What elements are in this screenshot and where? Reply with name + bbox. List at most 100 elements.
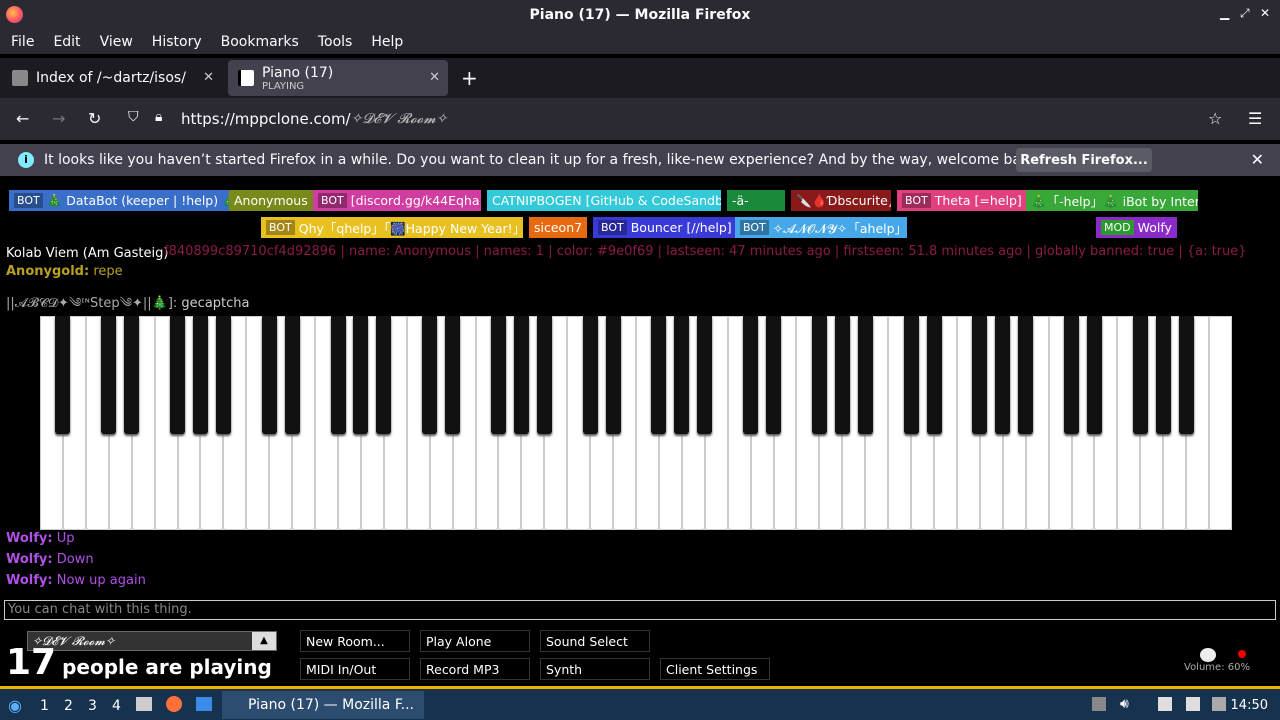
- workspace-4[interactable]: 4: [112, 698, 121, 714]
- synth-button[interactable]: Synth: [540, 658, 650, 680]
- user-tag[interactable]: BOT Theta [=help]: [897, 190, 1027, 211]
- record-mp3-button[interactable]: Record MP3: [420, 658, 530, 680]
- black-key[interactable]: [1178, 316, 1194, 434]
- tab-piano[interactable]: Piano (17) PLAYING ✕: [228, 60, 448, 96]
- workspace-3[interactable]: 3: [88, 698, 97, 714]
- black-key[interactable]: [422, 316, 438, 434]
- volume-knob[interactable]: [1200, 648, 1216, 662]
- black-key[interactable]: [811, 316, 827, 434]
- clipboard-icon[interactable]: [1158, 697, 1172, 711]
- back-icon[interactable]: ←: [16, 109, 29, 128]
- black-key[interactable]: [170, 316, 186, 434]
- close-tab-icon[interactable]: ✕: [203, 70, 214, 85]
- black-key[interactable]: [651, 316, 667, 434]
- black-key[interactable]: [1018, 316, 1034, 434]
- menu-tools[interactable]: Tools: [311, 34, 360, 50]
- user-tag[interactable]: BOT Bouncer [//help]: [593, 217, 737, 238]
- black-key[interactable]: [743, 316, 759, 434]
- sound-select-button[interactable]: Sound Select: [540, 630, 650, 652]
- black-key[interactable]: [1086, 316, 1102, 434]
- firefox-launcher-icon[interactable]: [166, 696, 182, 712]
- black-key[interactable]: [124, 316, 140, 434]
- network-icon[interactable]: [1212, 697, 1226, 711]
- workspace-1[interactable]: 1: [40, 698, 49, 714]
- taskbar-task-firefox[interactable]: Piano (17) — Mozilla F...: [222, 691, 424, 719]
- black-key[interactable]: [926, 316, 942, 434]
- user-tag[interactable]: 🔪🩸Ɗbscurite🗡💀: [791, 190, 891, 211]
- white-key[interactable]: [1209, 316, 1232, 530]
- tray-icon[interactable]: [1092, 697, 1106, 711]
- black-key[interactable]: [536, 316, 552, 434]
- battery-icon[interactable]: [1186, 697, 1200, 711]
- menu-view[interactable]: View: [93, 34, 140, 50]
- client-settings-button[interactable]: Client Settings: [660, 658, 770, 680]
- black-key[interactable]: [857, 316, 873, 434]
- user-tag[interactable]: CATNIPBOGEN [GitHub & CodeSandbox]: [487, 190, 721, 211]
- close-tab-icon[interactable]: ✕: [429, 70, 440, 85]
- user-tag[interactable]: BOT ✧𝓐𝓝𝓞𝓝𝓨✧「ahelp」: [735, 217, 907, 238]
- user-tag[interactable]: BOT Qhy「qhelp」「🎆Happy New Year!」: [261, 217, 523, 238]
- start-menu-icon[interactable]: ◉: [8, 696, 22, 715]
- black-key[interactable]: [582, 316, 598, 434]
- close-notification-icon[interactable]: ✕: [1251, 150, 1264, 169]
- terminal-icon[interactable]: [196, 697, 212, 711]
- minimize-icon[interactable]: ▁: [1220, 6, 1229, 20]
- midi-in-out-button[interactable]: MIDI In/Out: [300, 658, 410, 680]
- black-key[interactable]: [972, 316, 988, 434]
- user-tag[interactable]: MOD Wolfy: [1096, 217, 1177, 238]
- maximize-icon[interactable]: ⤢: [1240, 6, 1250, 21]
- user-tag[interactable]: BOT 🎄 DataBot (keeper | !help) 🎄: [9, 190, 243, 211]
- black-key[interactable]: [1132, 316, 1148, 434]
- tab-label: Index of /~dartz/isos/: [36, 70, 186, 86]
- black-key[interactable]: [903, 316, 919, 434]
- menu-help[interactable]: Help: [364, 34, 410, 50]
- user-tag[interactable]: Anonymous: [229, 190, 313, 211]
- menu-bookmarks[interactable]: Bookmarks: [214, 34, 306, 50]
- firefox-icon: [6, 6, 23, 23]
- file-manager-icon[interactable]: [136, 697, 152, 711]
- black-key[interactable]: [376, 316, 392, 434]
- app-menu-icon[interactable]: ☰: [1248, 109, 1262, 128]
- url-room: ✧𝓓𝓔𝓥 𝓡𝓸𝓸𝓶✧: [350, 111, 448, 127]
- reload-icon[interactable]: ↻: [88, 109, 101, 128]
- black-key[interactable]: [55, 316, 71, 434]
- black-key[interactable]: [995, 316, 1011, 434]
- user-tag[interactable]: 🎄「-help」🎄 iBot by Intender: [1026, 190, 1198, 211]
- black-key[interactable]: [1155, 316, 1171, 434]
- user-tag[interactable]: BOT [discord.gg/k44Eqha]: [313, 190, 481, 211]
- tab-index-isos[interactable]: Index of /~dartz/isos/ ✕: [2, 60, 222, 96]
- black-key[interactable]: [766, 316, 782, 434]
- black-key[interactable]: [834, 316, 850, 434]
- piano-icon: [238, 70, 254, 86]
- black-key[interactable]: [1064, 316, 1080, 434]
- black-key[interactable]: [261, 316, 277, 434]
- black-key[interactable]: [445, 316, 461, 434]
- speaker-icon[interactable]: 🔊︎: [1120, 696, 1129, 712]
- refresh-firefox-button[interactable]: Refresh Firefox...: [1016, 148, 1152, 172]
- black-key[interactable]: [513, 316, 529, 434]
- black-key[interactable]: [284, 316, 300, 434]
- black-key[interactable]: [192, 316, 208, 434]
- menu-file[interactable]: File: [4, 34, 41, 50]
- close-window-icon[interactable]: ✕: [1260, 6, 1270, 20]
- play-alone-button[interactable]: Play Alone: [420, 630, 530, 652]
- black-key[interactable]: [490, 316, 506, 434]
- black-key[interactable]: [101, 316, 117, 434]
- new-tab-icon[interactable]: +: [461, 66, 478, 90]
- menu-history[interactable]: History: [145, 34, 209, 50]
- black-key[interactable]: [605, 316, 621, 434]
- forward-icon[interactable]: →: [52, 109, 65, 128]
- new-room-button[interactable]: New Room...: [300, 630, 410, 652]
- url-bar[interactable]: https://mppclone.com/✧𝓓𝓔𝓥 𝓡𝓸𝓸𝓶✧: [120, 106, 1240, 132]
- black-key[interactable]: [353, 316, 369, 434]
- user-tag[interactable]: -ä-: [727, 190, 785, 211]
- black-key[interactable]: [215, 316, 231, 434]
- black-key[interactable]: [697, 316, 713, 434]
- workspace-2[interactable]: 2: [64, 698, 73, 714]
- user-tag[interactable]: siceon7: [529, 217, 588, 238]
- chat-input[interactable]: You can chat with this thing.: [4, 600, 1276, 620]
- menu-edit[interactable]: Edit: [46, 34, 87, 50]
- black-key[interactable]: [674, 316, 690, 434]
- piano-keyboard[interactable]: [40, 316, 1232, 530]
- black-key[interactable]: [330, 316, 346, 434]
